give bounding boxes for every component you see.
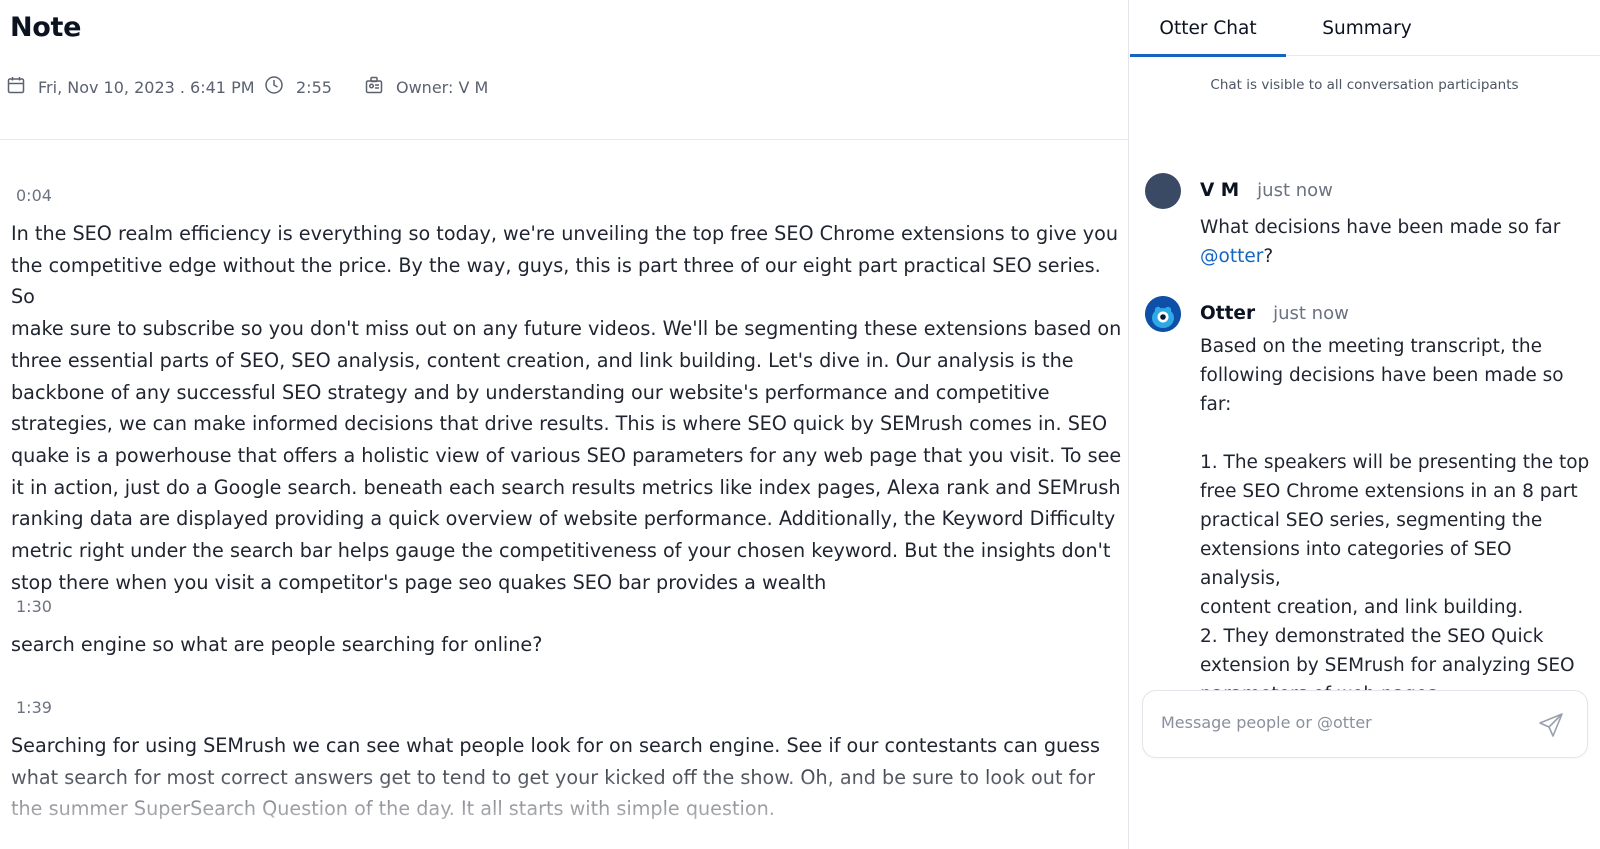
timestamp-link[interactable]: 0:04 (16, 186, 52, 205)
owner-badge-icon (364, 75, 396, 99)
chat-visibility-note: Chat is visible to all conversation part… (1210, 77, 1519, 93)
meeting-duration: 2:55 (296, 77, 332, 97)
timestamp-link[interactable]: 1:30 (16, 597, 52, 616)
avatar (1145, 173, 1181, 209)
otter-avatar-icon (1145, 296, 1181, 332)
meta-date: Fri, Nov 10, 2023 . 6:41 PM (6, 75, 255, 99)
chat-message: V M just now What decisions have been ma… (1145, 173, 1585, 273)
message-text-part: ? (1263, 246, 1274, 267)
transcript-paragraph[interactable]: In the SEO realm efficiency is everythin… (11, 218, 1123, 598)
timestamp-link[interactable]: 1:39 (16, 698, 52, 717)
mention-link[interactable]: @otter (1200, 246, 1263, 267)
message-text: What decisions have been made so far @ot… (1200, 213, 1592, 271)
tab-summary[interactable]: Summary (1291, 0, 1443, 56)
message-time: just now (1257, 180, 1333, 201)
note-pane: Note Fri, Nov 10, 2023 . 6:41 PM 2:55 Ow… (0, 0, 1128, 849)
chat-tabs: Otter Chat Summary (1129, 0, 1600, 57)
meeting-date: Fri, Nov 10, 2023 . 6:41 PM (38, 77, 255, 97)
clock-icon (264, 75, 296, 99)
transcript-paragraph[interactable]: search engine so what are people searchi… (11, 629, 1123, 661)
chat-message: Otter just now Based on the meeting tran… (1145, 296, 1589, 705)
message-author: Otter (1200, 303, 1256, 324)
message-text-part: What decisions have been made so far (1200, 217, 1561, 238)
note-header: Note Fri, Nov 10, 2023 . 6:41 PM 2:55 Ow… (0, 0, 1128, 140)
send-icon[interactable] (1536, 710, 1566, 740)
transcript-paragraph[interactable]: Searching for using SEMrush we can see w… (11, 730, 1123, 825)
message-author: V M (1200, 180, 1240, 201)
message-composer (1142, 690, 1588, 758)
message-text: Based on the meeting transcript, the fol… (1200, 336, 1590, 705)
meta-owner: Owner: V M (364, 75, 488, 99)
tab-otter-chat[interactable]: Otter Chat (1130, 0, 1286, 57)
calendar-icon (6, 75, 38, 99)
meta-duration: 2:55 (264, 75, 332, 99)
chat-panel: Otter Chat Summary Chat is visible to al… (1129, 0, 1600, 849)
message-header: V M just now (1200, 180, 1333, 201)
message-input[interactable] (1161, 713, 1521, 732)
transcript: 0:04 In the SEO realm efficiency is ever… (0, 140, 1128, 849)
message-time: just now (1273, 303, 1349, 324)
message-header: Otter just now (1200, 303, 1349, 324)
page-title: Note (10, 12, 82, 43)
meeting-owner: Owner: V M (396, 77, 489, 97)
